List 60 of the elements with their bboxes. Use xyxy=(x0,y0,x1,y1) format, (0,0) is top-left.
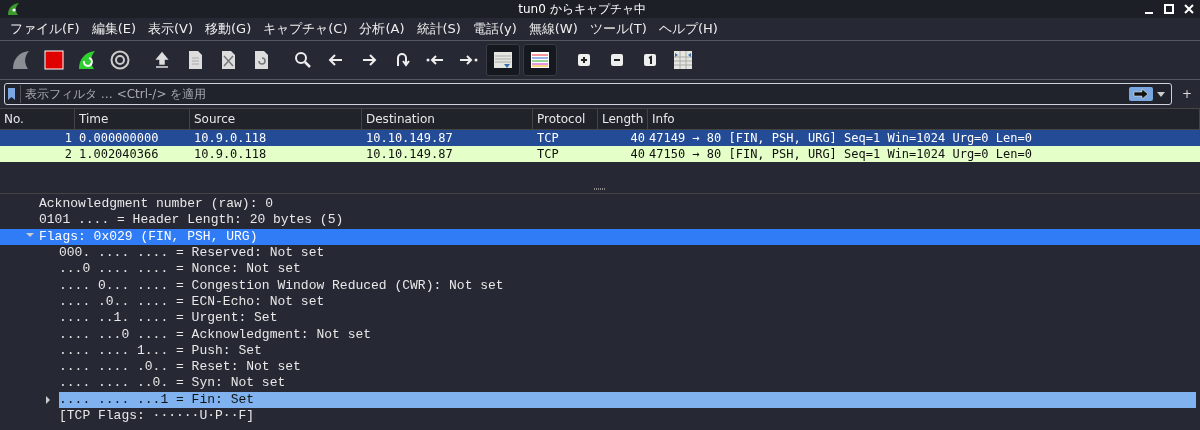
table-cell-text: 40 xyxy=(629,147,646,161)
tree-item[interactable]: 000. .... .... = Reserved: Not set xyxy=(59,245,329,262)
dropdown-caret-icon[interactable] xyxy=(1156,91,1165,97)
tree-item[interactable]: Flags: 0x029 (FIN, PSH, URG) xyxy=(39,228,262,245)
tree-item[interactable]: [TCP Flags: ······U·P··F] xyxy=(59,408,259,424)
table-cell-text: 10.10.149.87 xyxy=(365,147,454,161)
menu-item[interactable]: 表示(V) xyxy=(142,20,200,38)
column-header[interactable]: Time xyxy=(75,109,190,129)
tree-item[interactable]: .... ...0 .... = Acknowledgment: Not set xyxy=(59,326,376,343)
menu-item[interactable]: ファイル(F) xyxy=(4,20,86,38)
tree-item[interactable]: .... .... ...1 = Fin: Set xyxy=(59,391,1196,408)
tree-item[interactable]: .... .0.. .... = ECN-Echo: Not set xyxy=(59,293,329,310)
table-cell-text: 1.002040366 xyxy=(78,147,160,161)
colored-lines-icon[interactable] xyxy=(523,44,557,76)
table-cell-text: 10.9.0.118 xyxy=(193,131,268,145)
tree-item[interactable]: ...0 .... .... = Nonce: Not set xyxy=(59,261,305,278)
shark-fin-logo-icon xyxy=(6,2,20,16)
column-header[interactable]: Protocol xyxy=(533,109,598,129)
close-icon[interactable] xyxy=(1184,4,1194,14)
filter-text-input[interactable]: 表示フィルタ … <Ctrl-/> を適用 xyxy=(20,85,1125,103)
table-cell-text: 0.000000000 xyxy=(78,131,160,145)
tree-item[interactable]: .... 0... .... = Congestion Window Reduced (CWR): Not set xyxy=(59,277,508,294)
column-header[interactable]: Destination xyxy=(362,109,533,129)
column-header[interactable]: Length xyxy=(598,109,648,129)
bookmark-icon[interactable] xyxy=(7,87,16,101)
table-cell-text: 2 xyxy=(63,147,73,161)
add-filter-button[interactable]: + xyxy=(1177,87,1196,101)
maximize-icon[interactable] xyxy=(1164,4,1174,14)
menu-item[interactable]: 無線(W) xyxy=(522,20,584,38)
menu-item[interactable]: 電話(y) xyxy=(466,20,523,38)
table-cell-text: 47149 → 80 [FIN, PSH, URG] Seq=1 Win=1024 Urg=0 Len=0 xyxy=(648,131,1033,145)
packet-row[interactable]: 1 0.000000000 10.9.0.118 10.10.149.87 TCP 40 47149 → 80 [FIN, PSH, URG] Seq=1 Win=1024 Urg=0 Len=0 xyxy=(0,130,1200,146)
list-scroll-icon[interactable] xyxy=(486,44,520,76)
table-cell-text: TCP xyxy=(536,147,560,161)
menu-item[interactable]: ヘルプ(H) xyxy=(652,20,724,38)
table-cell-text: TCP xyxy=(536,131,560,145)
column-header[interactable]: Info xyxy=(648,109,1200,129)
column-header[interactable]: Source xyxy=(190,109,362,129)
menu-item[interactable]: 分析(A) xyxy=(353,20,411,38)
tree-item[interactable]: .... .... 1... = Push: Set xyxy=(59,342,266,359)
table-cell-text: 40 xyxy=(629,131,646,145)
tree-item[interactable]: 0101 .... = Header Length: 20 bytes (5) xyxy=(39,212,348,229)
display-filter-field[interactable]: 表示フィルタ … <Ctrl-/> を適用 xyxy=(4,83,1172,105)
tree-item[interactable]: .... .... ..0. = Syn: Not set xyxy=(59,375,290,392)
menu-item[interactable]: 統計(S) xyxy=(410,20,467,38)
window-title: tun0 からキャプチャ中 xyxy=(517,0,647,18)
splitter-handle-icon[interactable] xyxy=(593,187,607,191)
menu-item[interactable]: キャプチャ(C) xyxy=(257,20,354,38)
packet-row[interactable]: 2 1.002040366 10.9.0.118 10.10.149.87 TCP 40 47150 → 80 [FIN, PSH, URG] Seq=1 Win=1024 Urg=0 Len=0 xyxy=(0,146,1200,162)
table-cell-text: 1 xyxy=(63,131,73,145)
menu-item[interactable]: 編集(E) xyxy=(85,20,142,38)
table-cell-text: 10.9.0.118 xyxy=(193,147,268,161)
tree-item[interactable]: Acknowledgment number (raw): 0 xyxy=(39,196,278,213)
tree-item[interactable]: .... ..1. .... = Urgent: Set xyxy=(59,310,282,327)
menu-item[interactable]: ツール(T) xyxy=(583,20,653,38)
table-cell-text: 10.10.149.87 xyxy=(365,131,454,145)
tree-item[interactable]: .... .... .0.. = Reset: Not set xyxy=(59,359,305,376)
column-header[interactable]: No. xyxy=(0,109,75,129)
table-cell-text: 47150 → 80 [FIN, PSH, URG] Seq=1 Win=1024 Urg=0 Len=0 xyxy=(648,147,1033,161)
menu-item[interactable]: 移動(G) xyxy=(199,20,258,38)
